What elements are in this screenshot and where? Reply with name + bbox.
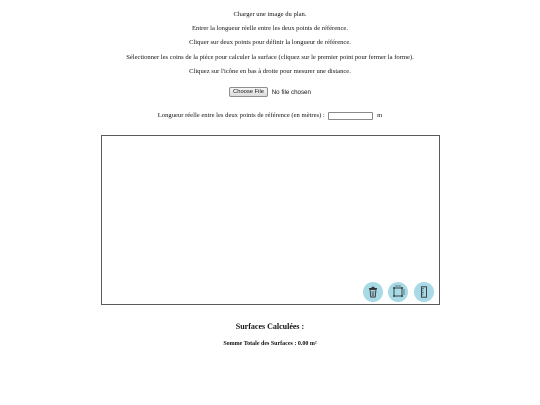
measure-button[interactable] (414, 282, 434, 302)
length-unit: m (377, 112, 383, 119)
total-surface-text: Somme Totale des Surfaces : 0.00 m² (223, 341, 317, 347)
delete-button[interactable] (363, 282, 383, 302)
instruction-measure-distance: Cliquez sur l'icône en bas à droite pour… (189, 68, 351, 75)
instruction-upload: Charger une image du plan. (233, 11, 307, 18)
plan-canvas[interactable] (101, 135, 440, 305)
instruction-reference-points: Cliquer sur deux points pour définir la … (189, 39, 351, 46)
length-row: Longueur réelle entre les deux points de… (0, 111, 540, 122)
file-input: Choose File No file chosen (0, 87, 540, 97)
length-input[interactable] (328, 112, 374, 120)
results-title: Surfaces Calculées : (235, 322, 305, 331)
length-label: Longueur réelle entre les deux points de… (157, 112, 325, 119)
instruction-select-corners: Sélectionner les coins de la pièce pour … (126, 54, 414, 61)
instruction-enter-length: Entrer la longueur réelle entre les deux… (192, 25, 348, 32)
room-shape-button[interactable] (388, 282, 408, 302)
choose-file-button[interactable]: Choose File (229, 87, 268, 97)
ruler-icon (421, 286, 427, 298)
room-shape-icon (393, 285, 405, 297)
trash-icon (369, 286, 377, 298)
file-status-text: No file chosen (271, 88, 311, 96)
